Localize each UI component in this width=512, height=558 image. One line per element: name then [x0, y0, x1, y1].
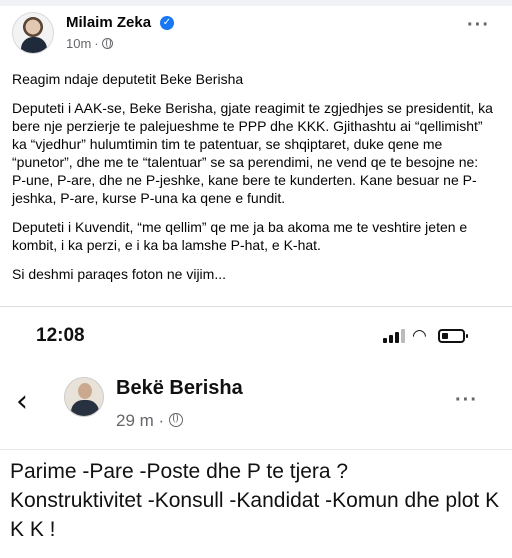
post-meta: 10m · [66, 36, 113, 51]
author-avatar[interactable] [12, 12, 54, 54]
inner-post-header: ‹ Bekë Berisha 29 m · ··· [0, 365, 512, 445]
wifi-icon: ◠ [412, 326, 427, 346]
post-paragraph: Deputeti i Kuvendit, “me qellim” qe me j… [12, 219, 468, 253]
inner-post-meta: 29 m · [116, 411, 183, 431]
globe-icon[interactable] [101, 38, 113, 49]
author-name[interactable]: Milaim Zeka [66, 14, 151, 31]
inner-post-timestamp[interactable]: 29 m [116, 411, 154, 430]
back-arrow-icon[interactable]: ‹ [16, 387, 28, 417]
more-options-icon[interactable]: ··· [467, 15, 490, 35]
attached-photo[interactable]: 12:08 ◠ ‹ Bekë Berisha 29 m · ··· Parime… [0, 306, 512, 558]
post-timestamp[interactable]: 10m [66, 36, 91, 51]
post-header: Milaim Zeka ✓ 10m · ··· [12, 12, 500, 58]
post-paragraph: Si deshmi paraqes foton ne vijim... [12, 266, 226, 282]
verified-badge-icon: ✓ [160, 16, 174, 30]
battery-icon [438, 329, 468, 343]
top-strip [0, 0, 512, 6]
globe-icon[interactable] [168, 413, 183, 427]
inner-post-text: Parime -Pare -Poste dhe P te tjera ? Kon… [10, 460, 500, 541]
more-options-icon[interactable]: ··· [455, 389, 478, 412]
post-paragraph: Deputeti i AAK-se, Beke Berisha, gjate r… [12, 100, 493, 206]
status-clock: 12:08 [36, 325, 85, 346]
facebook-post: Milaim Zeka ✓ 10m · ··· Reagim ndaje depu… [0, 0, 512, 558]
inner-author-avatar[interactable] [64, 377, 104, 417]
phone-status-bar: 12:08 ◠ [0, 307, 512, 361]
inner-author-name[interactable]: Bekë Berisha [116, 377, 243, 400]
post-paragraph: Reagim ndaje deputetit Beke Berisha [12, 71, 244, 87]
cellular-signal-icon [383, 329, 407, 343]
post-body: Reagim ndaje deputetit Beke Berisha Depu… [12, 70, 496, 294]
